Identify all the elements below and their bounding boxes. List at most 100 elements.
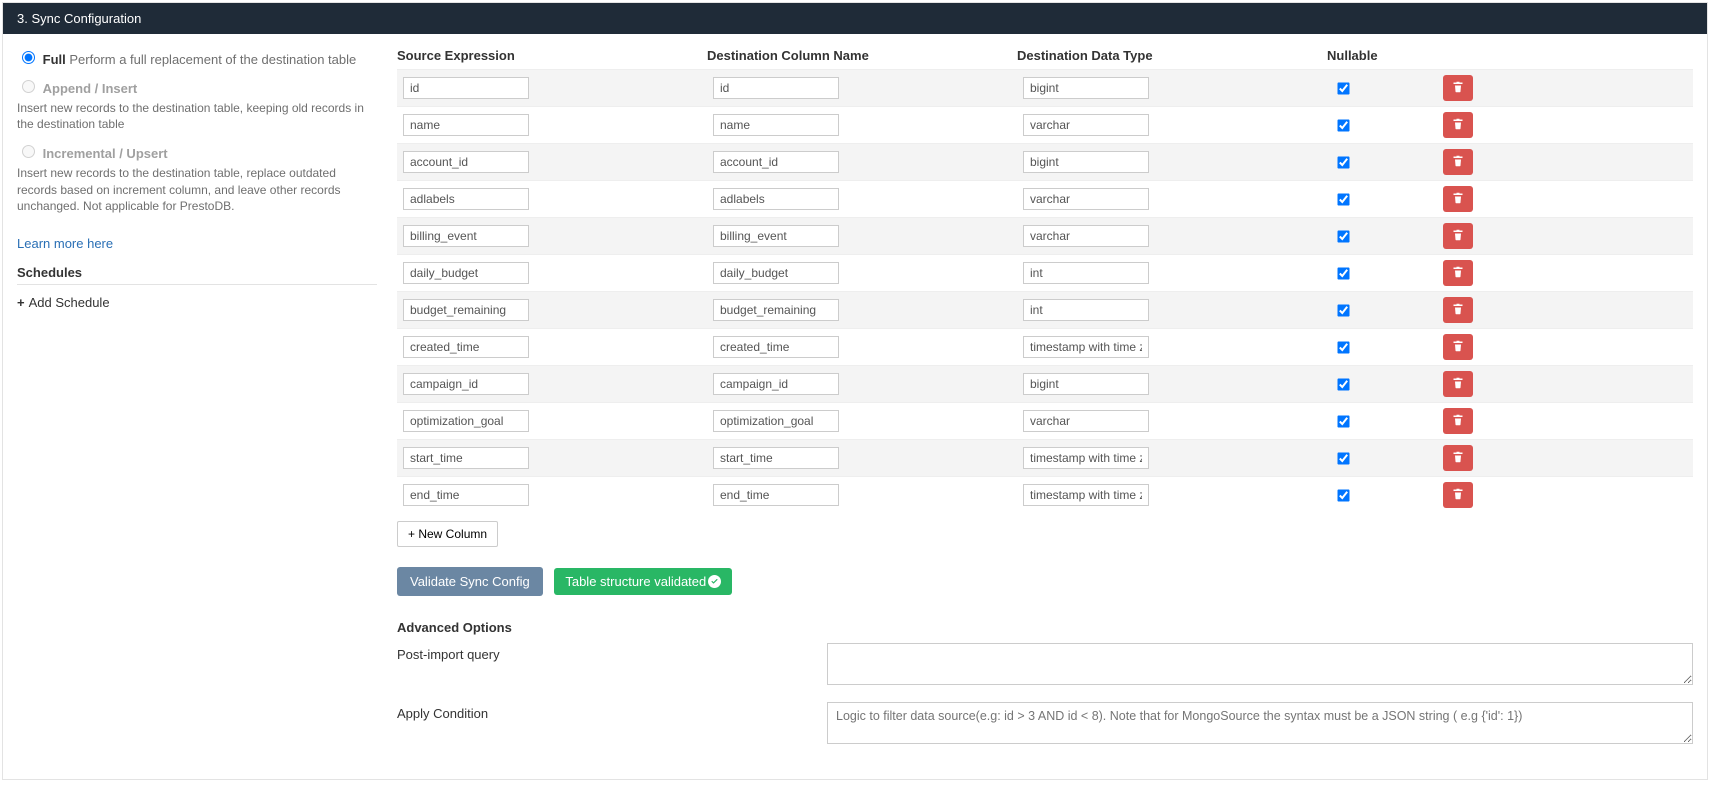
dest-input[interactable]	[713, 373, 839, 395]
post-import-input[interactable]	[827, 643, 1693, 685]
mode-incremental-label: Incremental / Upsert	[43, 146, 168, 161]
dtype-input[interactable]	[1023, 484, 1149, 506]
table-row	[397, 476, 1693, 513]
dest-input[interactable]	[713, 447, 839, 469]
dtype-input[interactable]	[1023, 410, 1149, 432]
mode-incremental-radio[interactable]	[22, 145, 35, 158]
source-input[interactable]	[403, 373, 529, 395]
dtype-input[interactable]	[1023, 299, 1149, 321]
dest-input[interactable]	[713, 336, 839, 358]
mode-incremental[interactable]: Incremental / Upsert	[17, 142, 377, 161]
dtype-input[interactable]	[1023, 447, 1149, 469]
trash-icon	[1452, 118, 1464, 133]
source-input[interactable]	[403, 484, 529, 506]
table-row	[397, 69, 1693, 106]
check-circle-icon	[708, 575, 721, 588]
mode-full-radio[interactable]	[22, 51, 35, 64]
new-column-button[interactable]: + New Column	[397, 521, 498, 547]
source-input[interactable]	[403, 151, 529, 173]
nullable-checkbox[interactable]	[1337, 82, 1349, 94]
dtype-input[interactable]	[1023, 262, 1149, 284]
dest-input[interactable]	[713, 262, 839, 284]
delete-row-button[interactable]	[1443, 112, 1473, 138]
dest-input[interactable]	[713, 484, 839, 506]
source-input[interactable]	[403, 336, 529, 358]
source-input[interactable]	[403, 410, 529, 432]
validate-button[interactable]: Validate Sync Config	[397, 567, 543, 596]
source-input[interactable]	[403, 262, 529, 284]
trash-icon	[1452, 192, 1464, 207]
trash-icon	[1452, 303, 1464, 318]
post-import-label: Post-import query	[397, 643, 827, 688]
nullable-checkbox[interactable]	[1337, 230, 1349, 242]
nullable-checkbox[interactable]	[1337, 304, 1349, 316]
trash-icon	[1452, 266, 1464, 281]
delete-row-button[interactable]	[1443, 334, 1473, 360]
trash-icon	[1452, 377, 1464, 392]
dest-input[interactable]	[713, 410, 839, 432]
dest-input[interactable]	[713, 188, 839, 210]
panel-body: Full Perform a full replacement of the d…	[3, 34, 1707, 779]
nullable-checkbox[interactable]	[1337, 378, 1349, 390]
trash-icon	[1452, 229, 1464, 244]
table-row	[397, 291, 1693, 328]
dest-input[interactable]	[713, 151, 839, 173]
delete-row-button[interactable]	[1443, 223, 1473, 249]
dest-input[interactable]	[713, 77, 839, 99]
nullable-checkbox[interactable]	[1337, 452, 1349, 464]
mode-append-radio[interactable]	[22, 80, 35, 93]
advanced-heading: Advanced Options	[397, 620, 1693, 635]
delete-row-button[interactable]	[1443, 371, 1473, 397]
nullable-checkbox[interactable]	[1337, 341, 1349, 353]
delete-row-button[interactable]	[1443, 445, 1473, 471]
nullable-checkbox[interactable]	[1337, 415, 1349, 427]
dtype-input[interactable]	[1023, 77, 1149, 99]
source-input[interactable]	[403, 188, 529, 210]
source-input[interactable]	[403, 114, 529, 136]
source-input[interactable]	[403, 447, 529, 469]
table-row	[397, 106, 1693, 143]
add-schedule-button[interactable]: +Add Schedule	[17, 295, 110, 310]
nullable-checkbox[interactable]	[1337, 119, 1349, 131]
delete-row-button[interactable]	[1443, 260, 1473, 286]
mode-full[interactable]: Full Perform a full replacement of the d…	[17, 48, 377, 67]
delete-row-button[interactable]	[1443, 297, 1473, 323]
delete-row-button[interactable]	[1443, 149, 1473, 175]
mode-append-desc: Insert new records to the destination ta…	[17, 100, 377, 132]
dtype-input[interactable]	[1023, 373, 1149, 395]
dtype-input[interactable]	[1023, 188, 1149, 210]
delete-row-button[interactable]	[1443, 482, 1473, 508]
sync-config-panel: 3. Sync Configuration Full Perform a ful…	[2, 2, 1708, 780]
dest-input[interactable]	[713, 299, 839, 321]
schedules-heading: Schedules	[17, 265, 377, 280]
header-nullable: Nullable	[1327, 48, 1437, 63]
delete-row-button[interactable]	[1443, 75, 1473, 101]
column-headers: Source Expression Destination Column Nam…	[397, 48, 1693, 69]
table-row	[397, 254, 1693, 291]
dtype-input[interactable]	[1023, 114, 1149, 136]
dtype-input[interactable]	[1023, 151, 1149, 173]
source-input[interactable]	[403, 77, 529, 99]
nullable-checkbox[interactable]	[1337, 267, 1349, 279]
apply-condition-row: Apply Condition	[397, 702, 1693, 747]
dest-input[interactable]	[713, 225, 839, 247]
mode-append[interactable]: Append / Insert	[17, 77, 377, 96]
delete-row-button[interactable]	[1443, 186, 1473, 212]
dest-input[interactable]	[713, 114, 839, 136]
apply-condition-input[interactable]	[827, 702, 1693, 744]
nullable-checkbox[interactable]	[1337, 156, 1349, 168]
source-input[interactable]	[403, 225, 529, 247]
delete-row-button[interactable]	[1443, 408, 1473, 434]
learn-more-link[interactable]: Learn more here	[17, 236, 113, 251]
trash-icon	[1452, 155, 1464, 170]
table-row	[397, 217, 1693, 254]
table-row	[397, 402, 1693, 439]
source-input[interactable]	[403, 299, 529, 321]
nullable-checkbox[interactable]	[1337, 489, 1349, 501]
header-dest: Destination Column Name	[707, 48, 1017, 63]
trash-icon	[1452, 414, 1464, 429]
dtype-input[interactable]	[1023, 336, 1149, 358]
table-row	[397, 365, 1693, 402]
nullable-checkbox[interactable]	[1337, 193, 1349, 205]
dtype-input[interactable]	[1023, 225, 1149, 247]
